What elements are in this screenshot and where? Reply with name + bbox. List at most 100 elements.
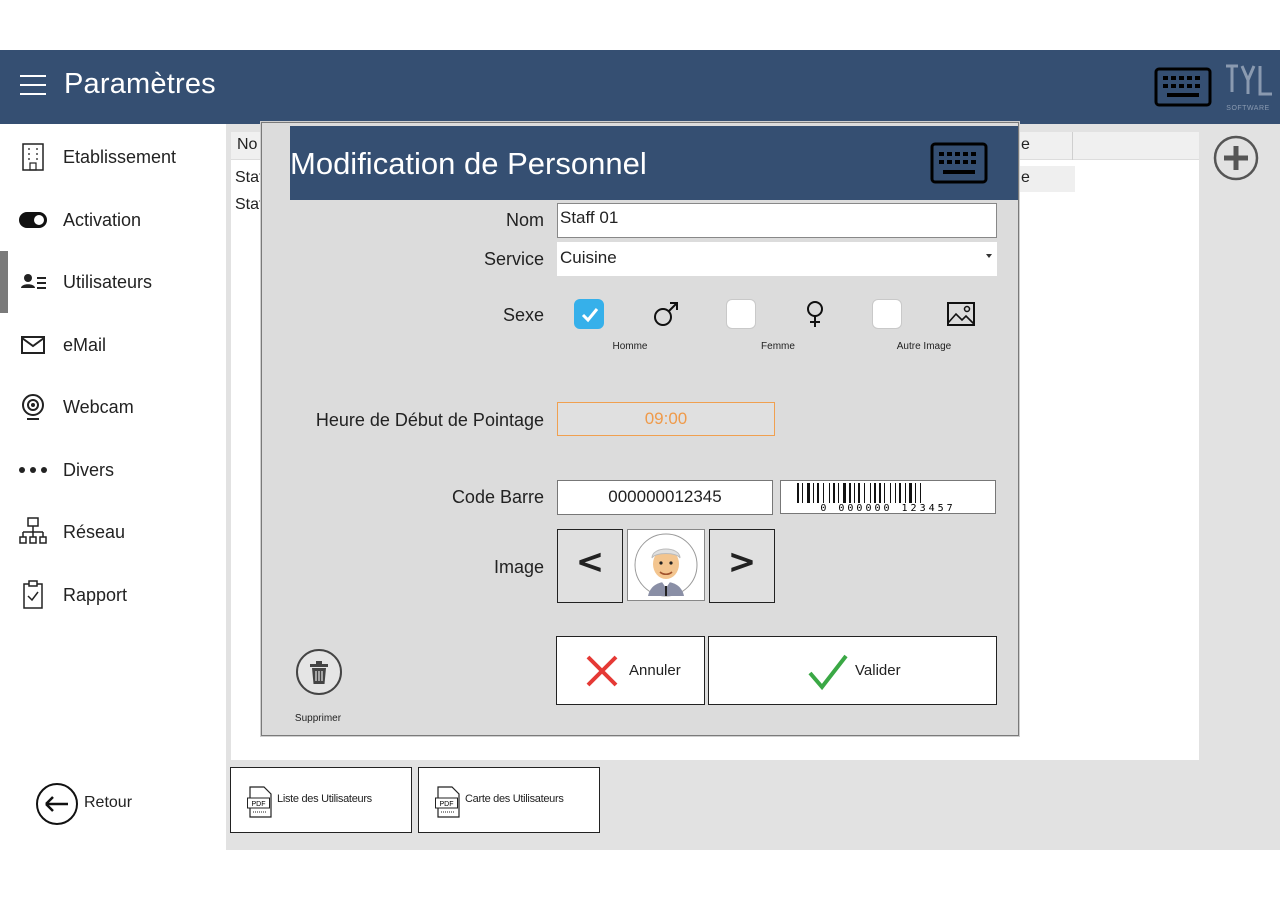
nom-label: Nom (505, 210, 544, 230)
edit-staff-dialog: Modification de Personnel Nom Staff 01 S… (261, 122, 1019, 736)
barcode-bar (890, 483, 891, 503)
female-symbol-icon (807, 301, 823, 327)
cancel-button[interactable]: Annuler (556, 636, 705, 705)
barcode-bar (813, 483, 814, 503)
sidebar-item-rapport[interactable]: Rapport (0, 564, 226, 626)
svg-text:PDF: PDF (252, 801, 266, 808)
delete-button[interactable] (295, 647, 343, 697)
barcode-bar (895, 483, 896, 503)
column-separator (1072, 132, 1073, 160)
users-icon (18, 267, 48, 297)
barcode-bar (823, 483, 824, 503)
barcode-bar (817, 483, 819, 503)
page-title: Paramètres (64, 68, 216, 100)
barcode-bar (920, 483, 921, 503)
avatar (627, 529, 705, 601)
supprimer-label: Supprimer (294, 713, 342, 724)
table-cell[interactable]: e (1021, 169, 1030, 187)
clipboard-icon (18, 580, 48, 610)
sidebar-item-email[interactable]: eMail (0, 314, 226, 376)
barcode-bar (905, 483, 906, 503)
heure-input[interactable]: 09:00 (557, 402, 775, 436)
keyboard-icon[interactable] (1154, 67, 1212, 107)
autre-image-label: Autre Image (896, 341, 952, 352)
sidebar: Etablissement Activation Utilisateurs eM… (0, 124, 226, 900)
code-barre-input[interactable]: 000000012345 (557, 480, 773, 515)
app-header: Paramètres SOFTWARE (0, 50, 1280, 124)
validate-button[interactable]: Valider (708, 636, 997, 705)
sidebar-item-reseau[interactable]: Réseau (0, 501, 226, 563)
table-row[interactable]: Staf (235, 196, 263, 214)
company-logo: SOFTWARE (1222, 62, 1274, 112)
barcode-bar (833, 483, 835, 503)
femme-checkbox[interactable] (726, 299, 756, 329)
dialog-header: Modification de Personnel (290, 126, 1018, 200)
barcode-bar (870, 483, 871, 503)
femme-label: Femme (761, 341, 795, 352)
male-symbol-icon (654, 302, 678, 326)
autre-image-checkbox[interactable] (872, 299, 902, 329)
barcode-bar (884, 483, 885, 503)
code-barre-label: Code Barre (451, 487, 544, 507)
barcode-bar (915, 483, 916, 503)
list-users-pdf-button[interactable]: PDF Liste des Utilisateurs (230, 767, 412, 833)
users-card-pdf-button[interactable]: PDF Carte des Utilisateurs (418, 767, 600, 833)
barcode-bar (899, 483, 901, 503)
barcode-bar (838, 483, 839, 503)
pdf-icon: PDF (247, 786, 272, 818)
webcam-icon (18, 392, 48, 422)
menu-icon[interactable] (20, 75, 46, 97)
sidebar-item-activation[interactable]: Activation (0, 189, 226, 251)
chevron-down-icon (986, 254, 992, 258)
barcode-bar (829, 483, 830, 503)
building-icon (18, 142, 48, 172)
barcode-bar (849, 483, 851, 503)
barcode-bar (874, 483, 876, 503)
svg-text:PDF: PDF (440, 801, 454, 808)
barcode-bar (909, 483, 912, 503)
check-icon (581, 308, 599, 323)
service-value: Cuisine (560, 248, 617, 267)
dialog-title: Modification de Personnel (290, 146, 647, 181)
trash-icon (296, 649, 342, 695)
image-icon (947, 302, 975, 326)
toggle-icon (18, 205, 48, 235)
previous-image-button[interactable]: < (557, 529, 623, 603)
barcode-digits: 0 000000 123457 (820, 503, 955, 513)
barcode-bar (843, 483, 846, 503)
sidebar-item-utilisateurs[interactable]: Utilisateurs (0, 251, 226, 313)
heure-label: Heure de Début de Pointage (315, 410, 544, 430)
homme-checkbox[interactable] (574, 299, 604, 329)
nom-input[interactable]: Staff 01 (557, 203, 997, 238)
column-header-right[interactable]: e (1021, 136, 1030, 154)
keyboard-icon[interactable] (930, 142, 988, 184)
barcode-bar (858, 483, 860, 503)
sidebar-item-divers[interactable]: Divers (0, 439, 226, 501)
mail-icon (18, 330, 48, 360)
sexe-label: Sexe (502, 305, 544, 325)
image-label: Image (493, 557, 544, 577)
column-header-name[interactable]: No (237, 136, 257, 154)
barcode-bar (854, 483, 855, 503)
add-user-button[interactable] (1212, 134, 1260, 182)
service-label: Service (483, 249, 544, 269)
barcode-bars: 0 000000 123457 (797, 483, 955, 514)
sidebar-item-etablissement[interactable]: Etablissement (0, 126, 226, 188)
next-image-button[interactable]: > (709, 529, 775, 603)
dots-icon (18, 455, 48, 485)
homme-label: Homme (612, 341, 648, 352)
barcode-image: 0 000000 123457 (780, 480, 996, 514)
pdf-icon: PDF (435, 786, 460, 818)
checkmark-icon (808, 654, 848, 691)
barcode-bar (879, 483, 881, 503)
table-row[interactable]: Staf (235, 169, 263, 187)
close-icon (586, 655, 618, 687)
barcode-bar (802, 483, 803, 503)
network-icon (18, 517, 48, 547)
sidebar-item-webcam[interactable]: Webcam (0, 376, 226, 438)
arrow-left-icon (36, 783, 78, 825)
service-select[interactable]: Cuisine (557, 242, 997, 276)
back-button[interactable]: Retour (36, 780, 166, 830)
barcode-bar (864, 483, 865, 503)
barcode-bar (807, 483, 810, 503)
